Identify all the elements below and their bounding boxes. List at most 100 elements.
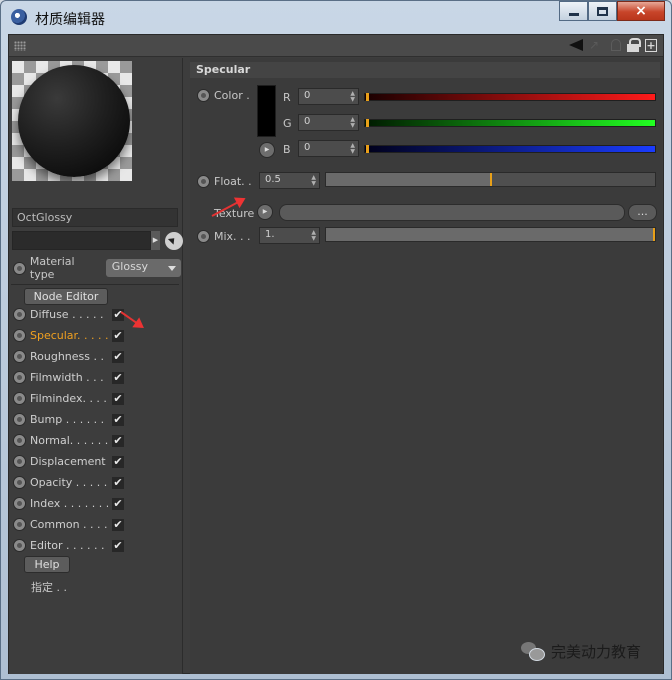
mix-input[interactable]: 1. ▲ ▼	[259, 227, 320, 244]
g-slider[interactable]	[364, 119, 656, 127]
channel-row[interactable]: Opacity . . . . . ✔	[13, 472, 181, 493]
channel-row[interactable]: Displacement ✔	[13, 451, 181, 472]
check-icon[interactable]: ✔	[112, 350, 124, 363]
title-bar[interactable]: 材质编辑器 ×	[1, 1, 671, 33]
spinner-icon[interactable]: ▲ ▼	[311, 175, 316, 187]
nav-back-icon[interactable]	[569, 39, 583, 51]
channel-radio-icon[interactable]	[13, 371, 26, 384]
b-input[interactable]: 0 ▲ ▼	[298, 140, 359, 157]
g-input[interactable]: 0 ▲ ▼	[298, 114, 359, 131]
float-animate-radio-icon[interactable]	[197, 175, 210, 188]
link-field[interactable]	[12, 231, 151, 250]
channel-label: Filmwidth . . .	[30, 371, 104, 384]
channel-radio-icon[interactable]	[13, 455, 26, 468]
texture-field[interactable]	[279, 204, 625, 221]
material-preview[interactable]	[12, 61, 132, 181]
hand-icon[interactable]	[611, 39, 621, 51]
maximize-button[interactable]	[588, 1, 617, 21]
channel-radio-icon[interactable]	[13, 308, 26, 321]
channel-row[interactable]: Filmindex. . . . ✔	[13, 388, 181, 409]
color-animate-radio-icon[interactable]	[197, 89, 210, 102]
g-slider-knob[interactable]	[366, 119, 369, 127]
b-slider[interactable]	[364, 145, 656, 153]
color-swatch[interactable]	[257, 85, 276, 137]
minimize-icon	[568, 12, 579, 16]
spinner-icon[interactable]: ▲ ▼	[350, 117, 355, 129]
float-input[interactable]: 0.5 ▲ ▼	[259, 172, 320, 189]
animate-radio-icon[interactable]	[13, 261, 26, 275]
b-value: 0	[304, 142, 311, 153]
right-panel: Specular Color . R 0 ▲ ▼ G 0 ▲ ▼ ▶ B 0 ▲ ▼ Flo…	[190, 58, 662, 674]
channel-radio-icon[interactable]	[13, 539, 26, 552]
toolbar-right: ↗ +	[569, 38, 657, 52]
grip-icon[interactable]	[14, 41, 26, 51]
channel-radio-icon[interactable]	[13, 434, 26, 447]
check-icon[interactable]: ✔	[112, 392, 124, 405]
mix-slider[interactable]	[325, 227, 656, 242]
material-type-select[interactable]: Glossy	[105, 259, 181, 277]
new-panel-icon[interactable]: +	[645, 38, 657, 52]
channel-label: Specular. . . . .	[30, 329, 108, 342]
float-value: 0.5	[265, 174, 281, 185]
check-icon[interactable]: ✔	[112, 434, 124, 447]
channel-row[interactable]: Roughness . . ✔	[13, 346, 181, 367]
r-label: R	[283, 91, 291, 104]
check-icon[interactable]: ✔	[112, 455, 124, 468]
check-icon[interactable]: ✔	[112, 413, 124, 426]
close-button[interactable]: ×	[617, 1, 665, 21]
lock-icon[interactable]	[627, 38, 641, 52]
texture-expand-button[interactable]: ▶	[257, 204, 273, 220]
check-icon[interactable]: ✔	[112, 497, 124, 510]
help-button[interactable]: Help	[24, 556, 70, 573]
check-icon[interactable]: ✔	[112, 371, 124, 384]
material-name-field[interactable]: OctGlossy	[12, 208, 178, 227]
b-slider-knob[interactable]	[366, 145, 369, 153]
check-icon[interactable]: ✔	[112, 539, 124, 552]
channel-row[interactable]: Common . . . . ✔	[13, 514, 181, 535]
channel-row[interactable]: Diffuse . . . . . . ✔	[13, 304, 181, 325]
minimize-button[interactable]	[559, 1, 588, 21]
color-label: Color .	[214, 89, 250, 102]
r-slider[interactable]	[364, 93, 656, 101]
channel-radio-icon[interactable]	[13, 350, 26, 363]
channel-label: Normal. . . . . .	[30, 434, 108, 447]
float-slider-fill	[326, 173, 491, 186]
pick-icon[interactable]	[165, 232, 183, 250]
float-slider-knob[interactable]	[490, 173, 492, 186]
channel-radio-icon[interactable]	[13, 497, 26, 510]
channel-radio-icon[interactable]	[13, 329, 26, 342]
check-icon[interactable]: ✔	[112, 329, 124, 342]
check-icon[interactable]: ✔	[112, 518, 124, 531]
channel-row[interactable]: Bump . . . . . . . ✔	[13, 409, 181, 430]
spinner-icon[interactable]: ▲ ▼	[350, 143, 355, 155]
channel-label: Common . . . .	[30, 518, 108, 531]
check-icon[interactable]: ✔	[112, 476, 124, 489]
channel-label: Roughness . .	[30, 350, 104, 363]
divider	[11, 284, 179, 285]
texture-label: Texture	[214, 207, 255, 220]
channel-row[interactable]: Filmwidth . . . ✔	[13, 367, 181, 388]
channel-radio-icon[interactable]	[13, 518, 26, 531]
channel-radio-icon[interactable]	[13, 476, 26, 489]
material-type-label: Material type	[29, 255, 75, 281]
channel-label: Editor . . . . . . .	[30, 539, 108, 552]
spinner-icon[interactable]: ▲ ▼	[311, 230, 316, 242]
cinema4d-app-icon	[11, 9, 27, 25]
color-expand-button[interactable]: ▶	[259, 142, 275, 158]
mix-animate-radio-icon[interactable]	[197, 230, 210, 243]
channel-row[interactable]: Editor . . . . . . . ✔	[13, 535, 181, 556]
mix-slider-knob[interactable]	[653, 228, 655, 241]
channel-radio-icon[interactable]	[13, 413, 26, 426]
channel-row[interactable]: Normal. . . . . . ✔	[13, 430, 181, 451]
link-expand-button[interactable]: ▶	[151, 231, 160, 250]
channel-row[interactable]: Index . . . . . . . ✔	[13, 493, 181, 514]
r-input[interactable]: 0 ▲ ▼	[298, 88, 359, 105]
channel-radio-icon[interactable]	[13, 392, 26, 405]
nav-forward-icon[interactable]: ↗	[589, 39, 605, 51]
r-slider-knob[interactable]	[366, 93, 369, 101]
node-editor-button[interactable]: Node Editor	[24, 288, 108, 305]
spinner-icon[interactable]: ▲ ▼	[350, 91, 355, 103]
float-slider[interactable]	[325, 172, 656, 187]
channel-row[interactable]: Specular. . . . . ✔	[13, 325, 181, 346]
texture-more-button[interactable]: ...	[628, 204, 657, 221]
